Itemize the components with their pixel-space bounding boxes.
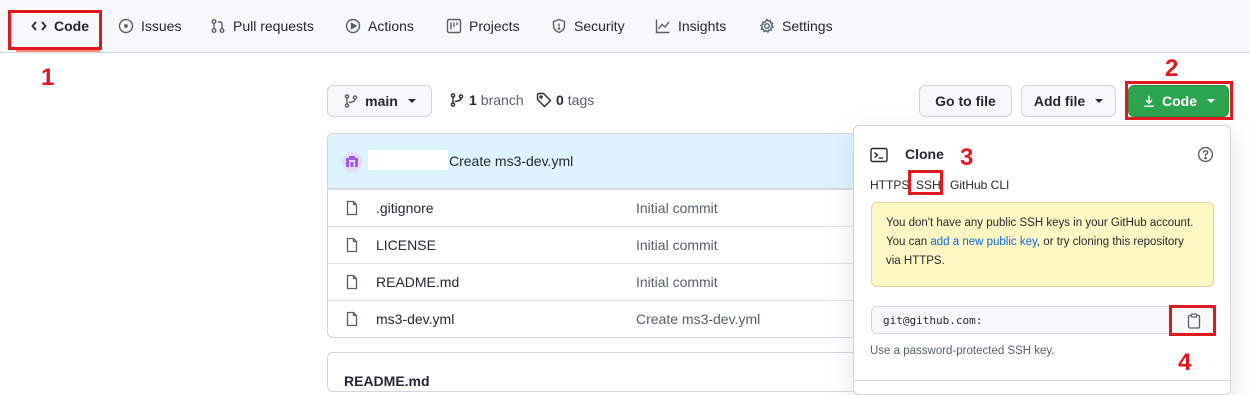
tab-actions-label: Actions bbox=[368, 18, 414, 34]
file-list: Create ms3-dev.yml .gitignore Initial co… bbox=[327, 133, 927, 338]
file-name[interactable]: .gitignore bbox=[376, 200, 434, 216]
tag-icon bbox=[536, 92, 552, 108]
clone-tab-https[interactable]: HTTPS bbox=[870, 178, 909, 192]
tab-settings-label: Settings bbox=[782, 18, 833, 34]
tab-security-label: Security bbox=[574, 18, 625, 34]
file-icon bbox=[346, 237, 358, 253]
table-row[interactable]: LICENSE Initial commit bbox=[328, 226, 926, 264]
tab-security[interactable]: Security bbox=[551, 0, 625, 52]
chevron-down-icon bbox=[407, 99, 416, 103]
branch-icon bbox=[450, 93, 464, 107]
clone-url[interactable]: git@github.com: bbox=[883, 314, 982, 327]
tab-projects-label: Projects bbox=[469, 18, 520, 34]
clipboard-copy-icon[interactable] bbox=[1187, 313, 1201, 329]
file-name[interactable]: LICENSE bbox=[376, 237, 436, 253]
add-ssh-key-link[interactable]: add a new public key bbox=[930, 236, 1037, 248]
tab-code-label: Code bbox=[54, 18, 89, 34]
pull-request-icon bbox=[211, 19, 225, 33]
project-icon bbox=[446, 18, 462, 34]
latest-commit-bar: Create ms3-dev.yml bbox=[328, 134, 926, 189]
repo-navigation: Code Issues Pull requests Actions Projec… bbox=[0, 0, 1250, 53]
annotation-number-2: 2 bbox=[1165, 55, 1179, 82]
tag-count: 0 bbox=[556, 92, 564, 108]
table-row[interactable]: .gitignore Initial commit bbox=[328, 189, 926, 227]
file-icon bbox=[346, 311, 358, 327]
tab-settings[interactable]: Settings bbox=[759, 0, 833, 52]
branches-link[interactable]: 1 branch bbox=[449, 92, 524, 108]
clone-title: Clone bbox=[905, 146, 944, 162]
tab-pull-requests-label: Pull requests bbox=[233, 18, 314, 34]
readme-title[interactable]: README.md bbox=[344, 373, 430, 389]
file-icon bbox=[346, 274, 358, 290]
tab-issues[interactable]: Issues bbox=[118, 0, 181, 52]
file-icon bbox=[346, 200, 358, 216]
shield-icon bbox=[552, 18, 566, 34]
tab-issues-label: Issues bbox=[141, 18, 182, 34]
avatar[interactable] bbox=[342, 152, 362, 172]
dropdown-divider bbox=[854, 380, 1230, 381]
code-clone-button[interactable]: Code bbox=[1128, 85, 1229, 117]
file-commit-message[interactable]: Initial commit bbox=[636, 200, 718, 216]
commit-message[interactable]: Create ms3-dev.yml bbox=[449, 153, 573, 169]
ssh-key-hint: Use a password-protected SSH key. bbox=[870, 345, 1055, 357]
file-name[interactable]: ms3-dev.yml bbox=[376, 311, 454, 327]
tags-link[interactable]: 0 tags bbox=[536, 92, 594, 108]
clone-dropdown: Clone HTTPS SSH GitHub CLI You don't hav… bbox=[853, 125, 1231, 395]
clone-url-field[interactable]: git@github.com: bbox=[871, 306, 1214, 334]
tab-code[interactable]: Code bbox=[31, 0, 89, 52]
add-file-button[interactable]: Add file bbox=[1021, 85, 1116, 117]
readme-panel: README.md bbox=[327, 352, 927, 392]
branch-word: branch bbox=[480, 92, 524, 108]
annotation-number-3: 3 bbox=[960, 144, 974, 171]
tab-actions[interactable]: Actions bbox=[345, 0, 414, 52]
terminal-icon bbox=[870, 147, 888, 163]
tab-pull-requests[interactable]: Pull requests bbox=[210, 0, 314, 52]
redacted-username bbox=[368, 150, 448, 170]
branch-icon bbox=[344, 94, 358, 108]
annotation-number-1: 1 bbox=[41, 64, 55, 91]
clone-tab-ssh[interactable]: SSH bbox=[916, 178, 941, 192]
code-button-label: Code bbox=[1162, 93, 1197, 109]
file-commit-message[interactable]: Initial commit bbox=[636, 274, 718, 290]
annotation-number-4: 4 bbox=[1178, 349, 1192, 376]
file-commit-message[interactable]: Initial commit bbox=[636, 237, 718, 253]
chevron-down-icon bbox=[1095, 99, 1104, 103]
go-to-file-label: Go to file bbox=[935, 93, 996, 109]
go-to-file-button[interactable]: Go to file bbox=[919, 85, 1012, 117]
issue-icon bbox=[118, 18, 134, 34]
help-icon[interactable] bbox=[1197, 146, 1214, 163]
active-tab-underline bbox=[16, 49, 100, 52]
branch-count: 1 bbox=[469, 92, 477, 108]
tab-projects[interactable]: Projects bbox=[446, 0, 520, 52]
add-file-label: Add file bbox=[1033, 93, 1086, 109]
file-name[interactable]: README.md bbox=[376, 274, 459, 290]
tab-insights-label: Insights bbox=[678, 18, 727, 34]
graph-icon bbox=[655, 19, 670, 34]
no-ssh-key-notice: You don't have any public SSH keys in yo… bbox=[871, 202, 1214, 287]
file-commit-message[interactable]: Create ms3-dev.yml bbox=[636, 311, 760, 327]
branch-name: main bbox=[365, 93, 398, 109]
gear-icon bbox=[759, 18, 774, 34]
branch-select-button[interactable]: main bbox=[327, 85, 432, 117]
tab-insights[interactable]: Insights bbox=[655, 0, 726, 52]
table-row[interactable]: ms3-dev.yml Create ms3-dev.yml bbox=[328, 300, 926, 337]
code-icon bbox=[31, 21, 47, 31]
play-icon bbox=[345, 18, 361, 34]
tag-word: tags bbox=[567, 92, 595, 108]
table-row[interactable]: README.md Initial commit bbox=[328, 263, 926, 301]
download-icon bbox=[1144, 95, 1154, 107]
chevron-down-icon bbox=[1207, 99, 1215, 103]
clone-tab-github-cli[interactable]: GitHub CLI bbox=[950, 178, 1009, 192]
